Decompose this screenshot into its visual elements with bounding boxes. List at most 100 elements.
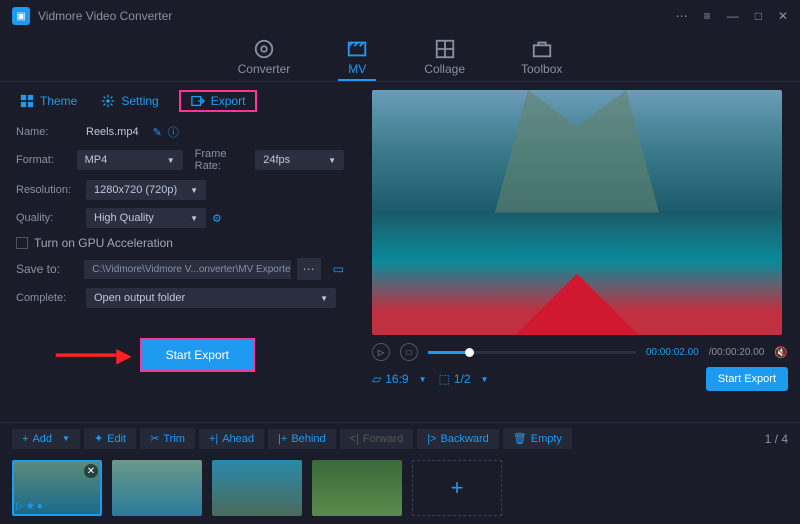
framerate-select[interactable]: 24fps ▼ [255,150,344,170]
info-icon[interactable]: ⓘ [168,124,179,140]
setting-icon [101,94,115,108]
subtab-theme[interactable]: Theme [16,90,81,112]
app-title: Vidmore Video Converter [38,9,172,23]
caret-icon: ▼ [190,214,198,223]
converter-icon [253,38,275,60]
app-logo: ▣ [12,7,30,25]
arrow-annotation: ━━━━━▶ [56,343,132,368]
screen-value: 1/2 [454,372,471,386]
forward-button[interactable]: <| Forward [340,429,414,449]
add-label: Add [32,433,52,445]
resolution-value: 1280x720 (720p) [94,184,177,196]
add-button[interactable]: + Add ▼ [12,429,80,449]
screen-select[interactable]: ⬚ 1/2 ▼ [439,372,489,386]
thumb-play-icon: ▷ [16,501,24,512]
caret-icon: ▼ [328,156,336,165]
gpu-label: Turn on GPU Acceleration [34,236,173,250]
play-button[interactable]: ▷ [372,343,390,361]
clip-count: 1 / 4 [765,432,788,446]
tab-converter-label: Converter [238,62,291,76]
framerate-label: Frame Rate: [195,148,256,172]
stop-button[interactable]: □ [400,343,418,361]
name-label: Name: [16,126,86,138]
gpu-checkbox[interactable]: Turn on GPU Acceleration [16,236,344,250]
thumbnail-3[interactable] [212,460,302,516]
edit-button[interactable]: ✦ Edit [84,428,136,449]
quality-gear-icon[interactable]: ⚙ [212,212,222,225]
time-current: 00:00:02.00 [646,347,699,358]
tab-collage-label: Collage [424,62,465,76]
format-label: Format: [16,154,77,166]
folder-icon[interactable]: ▭ [333,262,344,276]
aspect-value: 16:9 [385,372,408,386]
resolution-label: Resolution: [16,184,86,196]
quality-label: Quality: [16,212,86,224]
minimize-icon[interactable]: — [727,9,739,23]
start-export-button[interactable]: Start Export [140,338,255,372]
checkbox-box [16,237,28,249]
behind-label: Behind [291,433,325,445]
progress-bar[interactable] [428,351,636,354]
framerate-value: 24fps [263,154,290,166]
video-preview[interactable] [372,90,782,335]
subtab-export[interactable]: Export [179,90,258,112]
trim-label: Trim [163,433,185,445]
empty-label: Empty [531,433,562,445]
forward-label: Forward [363,433,403,445]
saveto-label: Save to: [16,262,78,276]
subtab-setting[interactable]: Setting [97,90,162,112]
tab-mv-label: MV [348,62,366,76]
trim-button[interactable]: ✂ Trim [140,428,195,449]
start-export-right-button[interactable]: Start Export [706,367,788,391]
tab-mv[interactable]: MV [338,32,376,81]
saveto-path: C:\Vidmore\Vidmore V...onverter\MV Expor… [84,260,290,279]
backward-button[interactable]: |> Backward [417,429,499,449]
caret-icon: ▼ [190,186,198,195]
add-thumbnail-button[interactable]: + [412,460,502,516]
thumbnail-2[interactable] [112,460,202,516]
format-select[interactable]: MP4 ▼ [77,150,183,170]
subtab-theme-label: Theme [40,94,77,108]
remove-thumb-icon[interactable]: ✕ [84,464,98,478]
tab-toolbox[interactable]: Toolbox [513,32,570,81]
tab-converter[interactable]: Converter [230,32,299,81]
browse-button[interactable]: ⋯ [297,258,321,280]
thumb-dot-icon: ● [37,501,43,512]
complete-label: Complete: [16,292,86,304]
empty-button[interactable]: 🗑 Empty [503,428,572,449]
subtab-setting-label: Setting [121,94,158,108]
quality-value: High Quality [94,212,154,224]
theme-icon [20,94,34,108]
feedback-icon[interactable]: ⋯ [676,9,688,23]
mv-icon [346,38,368,60]
ahead-button[interactable]: +| Ahead [199,429,264,449]
format-value: MP4 [85,154,108,166]
edit-label: Edit [107,433,126,445]
close-icon[interactable]: ✕ [778,9,788,23]
complete-select[interactable]: Open output folder ▼ [86,288,336,308]
complete-value: Open output folder [94,292,185,304]
subtab-export-label: Export [211,94,246,108]
time-total: /00:00:20.00 [709,347,765,358]
export-icon [191,94,205,108]
backward-label: Backward [440,433,488,445]
caret-icon: ▼ [320,294,328,303]
tab-collage[interactable]: Collage [416,32,473,81]
tab-toolbox-label: Toolbox [521,62,562,76]
quality-select[interactable]: High Quality ▼ [86,208,206,228]
thumbnail-4[interactable] [312,460,402,516]
thumbnail-1[interactable]: ✕ ▷★● [12,460,102,516]
caret-icon: ▼ [167,156,175,165]
name-value: Reels.mp4 [86,126,139,138]
behind-button[interactable]: |+ Behind [268,429,336,449]
menu-icon[interactable]: ≡ [704,9,711,23]
thumb-star-icon: ★ [26,501,35,512]
volume-icon[interactable]: 🔇 [774,346,788,359]
ahead-label: Ahead [222,433,254,445]
toolbox-icon [531,38,553,60]
maximize-icon[interactable]: □ [755,9,762,23]
resolution-select[interactable]: 1280x720 (720p) ▼ [86,180,206,200]
aspect-select[interactable]: ▱ 16:9 ▼ [372,372,427,386]
edit-name-icon[interactable]: ✎ [153,126,162,139]
collage-icon [434,38,456,60]
